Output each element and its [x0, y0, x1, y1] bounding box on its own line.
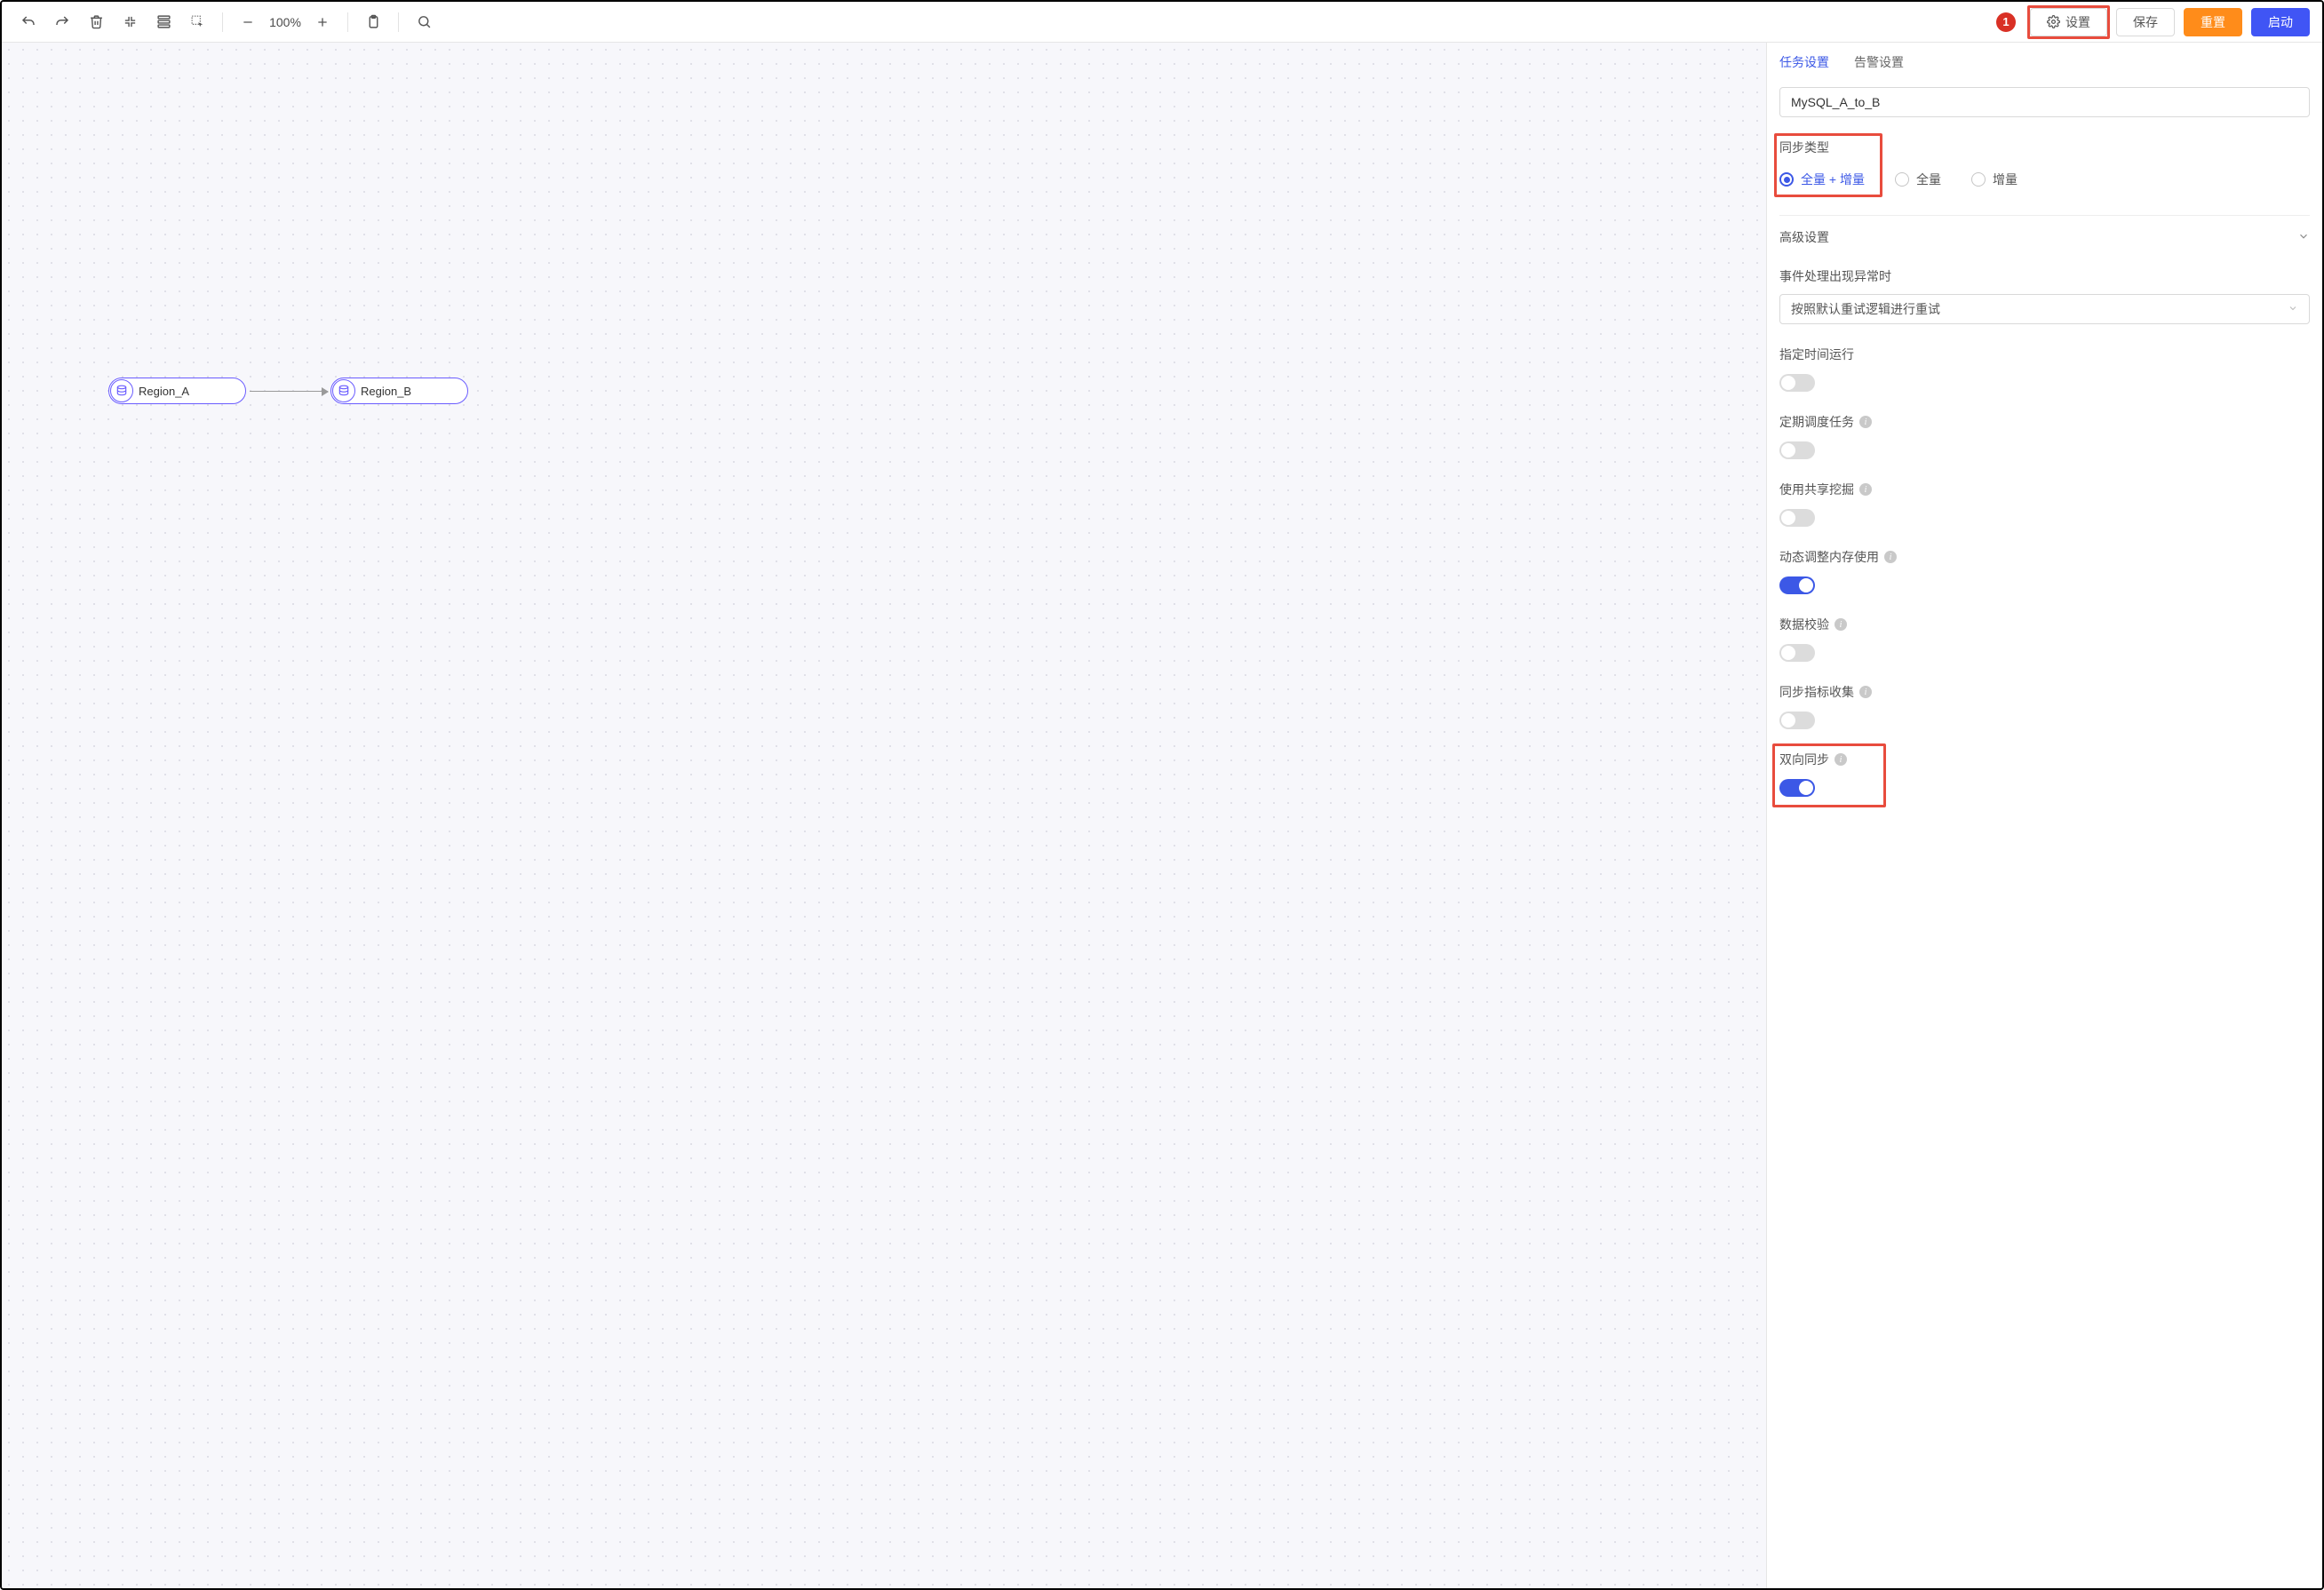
toolbar-separator	[347, 12, 348, 32]
sync-type-label: 同步类型	[1779, 139, 2310, 156]
data-check-label: 数据校验	[1779, 616, 1829, 633]
sync-type-section: 2 同步类型 全量 + 增量 全量	[1779, 139, 2310, 188]
toolbar: 100% 1 设置 保存 重置	[2, 2, 2322, 43]
toolbar-separator	[398, 12, 399, 32]
advanced-settings-header[interactable]: 高级设置	[1779, 215, 2310, 246]
chevron-down-icon	[2297, 230, 2310, 245]
metrics-field: 同步指标收集 i	[1779, 683, 2310, 729]
metrics-toggle[interactable]	[1779, 712, 1815, 729]
toolbar-separator	[222, 12, 223, 32]
auto-layout-button[interactable]	[149, 8, 178, 36]
delete-button[interactable]	[82, 8, 110, 36]
scheduled-time-field: 指定时间运行	[1779, 346, 2310, 392]
radio-label: 增量	[1993, 171, 2018, 188]
shared-mining-toggle[interactable]	[1779, 509, 1815, 527]
radio-full[interactable]: 全量	[1895, 171, 1941, 188]
search-icon	[417, 14, 432, 29]
zoom-controls: 100%	[234, 8, 337, 36]
clipboard-button[interactable]	[359, 8, 387, 36]
collapse-button[interactable]	[115, 8, 144, 36]
save-button[interactable]: 保存	[2116, 8, 2175, 36]
scheduled-time-toggle[interactable]	[1779, 374, 1815, 392]
recurring-task-toggle[interactable]	[1779, 441, 1815, 459]
error-handling-label: 事件处理出现异常时	[1779, 267, 2310, 285]
radio-incr[interactable]: 增量	[1971, 171, 2018, 188]
collapse-icon	[123, 14, 138, 29]
flow-arrow	[250, 391, 328, 392]
canvas[interactable]: Region_A Region_B	[2, 43, 1767, 1588]
metrics-label: 同步指标收集	[1779, 683, 1854, 701]
settings-panel: 任务设置 告警设置 2 同步类型 全量 + 增量	[1767, 43, 2322, 1588]
zoom-in-button[interactable]	[308, 8, 337, 36]
selection-tool-button[interactable]	[183, 8, 211, 36]
bidirectional-sync-toggle[interactable]	[1779, 779, 1815, 797]
save-button-label: 保存	[2133, 13, 2158, 31]
radio-full-incr[interactable]: 全量 + 增量	[1779, 171, 1865, 188]
select-value: 按照默认重试逻辑进行重试	[1791, 300, 1940, 318]
settings-tabs: 任务设置 告警设置	[1767, 43, 2322, 82]
clipboard-icon	[366, 14, 381, 29]
callout-1: 1	[1996, 12, 2016, 32]
radio-label: 全量 + 增量	[1801, 171, 1865, 188]
info-icon: i	[1835, 618, 1847, 631]
dynamic-memory-field: 动态调整内存使用 i	[1779, 548, 2310, 594]
error-handling-select[interactable]: 按照默认重试逻辑进行重试	[1779, 294, 2310, 324]
source-node[interactable]: Region_A	[108, 378, 246, 404]
database-icon	[332, 379, 355, 402]
chevron-down-icon	[2288, 302, 2298, 316]
zoom-out-button[interactable]	[234, 8, 262, 36]
zoom-level: 100%	[264, 15, 306, 29]
info-icon: i	[1835, 753, 1847, 766]
shared-mining-field: 使用共享挖掘 i	[1779, 481, 2310, 527]
start-button-label: 启动	[2268, 13, 2293, 31]
node-label: Region_A	[139, 385, 189, 398]
reset-button[interactable]: 重置	[2184, 8, 2242, 36]
start-button[interactable]: 启动	[2251, 8, 2310, 36]
tab-task-settings[interactable]: 任务设置	[1779, 43, 1829, 82]
sync-type-options: 全量 + 增量 全量 增量	[1779, 171, 2310, 188]
search-button[interactable]	[410, 8, 438, 36]
trash-icon	[89, 14, 104, 29]
minus-icon	[241, 15, 255, 29]
bidirectional-sync-field: 3 双向同步 i	[1779, 751, 2310, 797]
dynamic-memory-toggle[interactable]	[1779, 576, 1815, 594]
layout-icon	[156, 14, 171, 29]
info-icon: i	[1859, 686, 1872, 698]
data-check-toggle[interactable]	[1779, 644, 1815, 662]
settings-button-label: 设置	[2065, 13, 2090, 31]
scheduled-time-label: 指定时间运行	[1779, 346, 2310, 363]
undo-button[interactable]	[14, 8, 43, 36]
undo-icon	[20, 14, 36, 30]
info-icon: i	[1859, 483, 1872, 496]
error-handling-field: 事件处理出现异常时 按照默认重试逻辑进行重试	[1779, 267, 2310, 324]
info-icon: i	[1884, 551, 1897, 563]
database-icon	[110, 379, 133, 402]
task-name-input[interactable]	[1779, 87, 2310, 117]
bidirectional-sync-label: 双向同步	[1779, 751, 1829, 768]
target-node[interactable]: Region_B	[330, 378, 468, 404]
advanced-settings-label: 高级设置	[1779, 228, 1829, 246]
recurring-task-label: 定期调度任务	[1779, 413, 1854, 431]
node-label: Region_B	[361, 385, 411, 398]
info-icon: i	[1859, 416, 1872, 428]
settings-button[interactable]: 设置	[2030, 8, 2107, 36]
dynamic-memory-label: 动态调整内存使用	[1779, 548, 1879, 566]
data-check-field: 数据校验 i	[1779, 616, 2310, 662]
redo-icon	[54, 14, 70, 30]
reset-button-label: 重置	[2201, 13, 2225, 31]
shared-mining-label: 使用共享挖掘	[1779, 481, 1854, 498]
plus-icon	[315, 15, 330, 29]
radio-label: 全量	[1916, 171, 1941, 188]
action-buttons: 1 设置 保存 重置 启动	[1996, 8, 2310, 36]
redo-button[interactable]	[48, 8, 76, 36]
selection-icon	[190, 14, 205, 29]
task-name-field	[1779, 83, 2310, 117]
tab-alert-settings[interactable]: 告警设置	[1854, 43, 1904, 82]
gear-icon	[2047, 15, 2060, 28]
recurring-task-field: 定期调度任务 i	[1779, 413, 2310, 459]
